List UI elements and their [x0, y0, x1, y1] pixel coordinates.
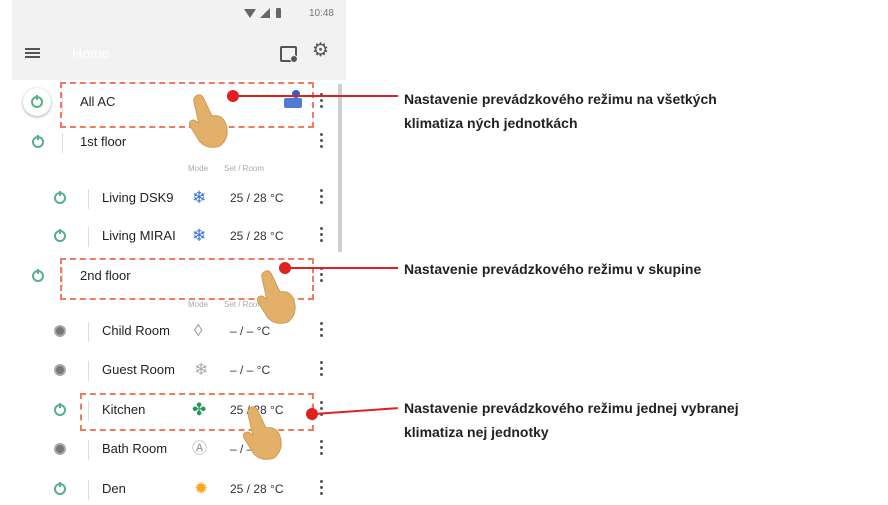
callout-dot-group [279, 262, 291, 274]
callout-line-group [285, 267, 398, 269]
row-label: Guest Room [102, 362, 175, 377]
mode-header: Mode [188, 164, 209, 173]
row-label: Bath Room [102, 441, 168, 456]
callout-group: Nastavenie prevádzkového režimu v skupin… [404, 261, 702, 277]
signal-icon [260, 8, 270, 18]
power-icon[interactable] [54, 482, 66, 495]
toolbar: Home ⚙ [12, 28, 346, 80]
power-icon[interactable] [54, 403, 66, 416]
temperature-value: – / – °C [230, 324, 271, 338]
toolbar-title: Home [72, 45, 110, 61]
battery-icon [276, 8, 281, 18]
temperature-value: 25 / 28 °C [230, 482, 284, 496]
status-time: 10:48 [308, 8, 334, 19]
row-label: Living DSK9 [102, 190, 174, 205]
row-den[interactable]: Den ✹ 25 / 28 °C [12, 471, 346, 505]
row-bath-room[interactable]: Bath Room Ⓐ – / – °C [12, 431, 346, 471]
row-label: Child Room [102, 323, 170, 338]
kebab-menu-icon[interactable] [320, 267, 323, 283]
callout-all-units: Nastavenie prevádzkového režimu na všetk… [404, 91, 717, 131]
power-icon[interactable] [54, 364, 66, 376]
power-icon[interactable] [54, 325, 66, 337]
hand-pointer-icon [242, 406, 282, 460]
scrollbar[interactable] [338, 84, 342, 252]
power-icon[interactable] [54, 191, 66, 204]
hand-pointer-icon [188, 94, 228, 148]
row-label: Den [102, 481, 126, 496]
mode-header: Mode [188, 300, 209, 309]
sun-icon: ✹ [194, 479, 209, 498]
power-icon [31, 95, 43, 108]
kebab-menu-icon[interactable] [320, 361, 323, 377]
kebab-menu-icon[interactable] [320, 322, 323, 338]
snowflake-icon: ❄ [192, 226, 207, 245]
auto-mode-icon: Ⓐ [192, 440, 208, 457]
snowflake-icon: ❄ [194, 360, 209, 379]
row-label: Living MIRAI [102, 228, 176, 243]
kebab-menu-icon[interactable] [320, 189, 323, 205]
snowflake-icon: ❄ [192, 188, 207, 207]
callout-single-unit: Nastavenie prevádzkového režimu jednej v… [404, 400, 739, 440]
power-icon[interactable] [54, 443, 66, 455]
kebab-menu-icon[interactable] [320, 133, 323, 149]
wifi-icon [244, 9, 256, 18]
row-living-dsk9[interactable]: Living DSK9 ❄ 25 / 28 °C [12, 180, 346, 220]
kebab-menu-icon[interactable] [320, 401, 323, 417]
callout-dot-all [227, 90, 239, 102]
temperature-value: – / – °C [230, 363, 271, 377]
set-room-header: Set / Room [224, 164, 265, 173]
kebab-menu-icon[interactable] [320, 480, 323, 496]
gear-icon[interactable]: ⚙ [312, 41, 329, 61]
status-bar: 10:48 [12, 0, 346, 28]
callout-line-all [233, 95, 398, 97]
row-group-1st-floor[interactable]: 1st floor [12, 124, 346, 164]
droplet-icon: ◊ [194, 321, 203, 340]
row-living-mirai[interactable]: Living MIRAI ❄ 25 / 28 °C [12, 218, 346, 258]
kebab-menu-icon[interactable] [320, 227, 323, 243]
power-button-all-ac[interactable] [23, 88, 51, 116]
power-icon[interactable] [32, 269, 44, 282]
callout-dot-single [306, 408, 318, 420]
menu-icon[interactable] [25, 48, 40, 58]
temperature-value: 25 / 28 °C [230, 191, 284, 205]
kebab-menu-icon[interactable] [320, 440, 323, 456]
row-guest-room[interactable]: Guest Room ❄ – / – °C [12, 352, 346, 392]
temperature-value: 25 / 28 °C [230, 229, 284, 243]
row-label: 1st floor [80, 134, 127, 149]
hand-pointer-icon [256, 270, 296, 324]
power-icon[interactable] [54, 229, 66, 242]
power-icon[interactable] [32, 135, 44, 148]
calendar-icon[interactable] [280, 46, 298, 63]
